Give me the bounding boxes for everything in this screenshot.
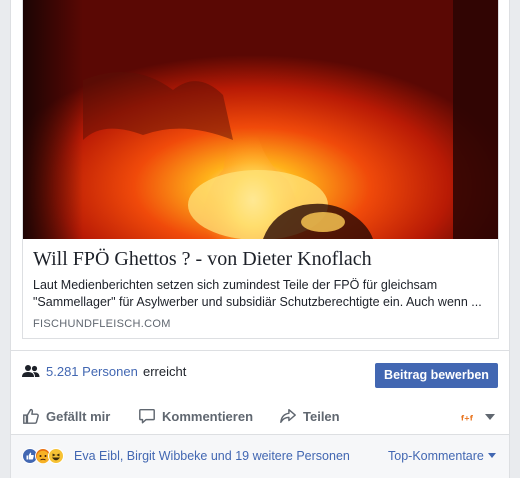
- fire-photo: [23, 0, 498, 239]
- people-icon: [22, 365, 40, 377]
- share-button[interactable]: Teilen: [279, 406, 340, 426]
- comment-sort-label: Top-Kommentare: [388, 449, 484, 463]
- reaction-as-selector[interactable]: f+f: [459, 407, 495, 427]
- link-description: Laut Medienberichten setzen sich zuminde…: [33, 278, 482, 309]
- like-label: Gefällt mir: [46, 408, 111, 424]
- post-card: Will FPÖ Ghettos ? - von Dieter Knoflach…: [10, 0, 510, 478]
- link-preview[interactable]: Will FPÖ Ghettos ? - von Dieter Knoflach…: [22, 0, 499, 339]
- svg-text:f+f: f+f: [461, 415, 474, 423]
- share-label: Teilen: [303, 408, 340, 424]
- caret-down-icon: [487, 453, 496, 458]
- link-domain: FISCHUNDFLEISCH.COM: [33, 318, 171, 330]
- comment-button[interactable]: Kommentieren: [138, 406, 253, 426]
- link-title[interactable]: Will FPÖ Ghettos ? - von Dieter Knoflach: [33, 248, 372, 271]
- post-actions: Gefällt mir Kommentieren Teilen f+f: [11, 398, 509, 434]
- share-arrow-icon: [280, 408, 296, 424]
- comment-label: Kommentieren: [162, 408, 254, 424]
- reaction-names-link[interactable]: Eva Eibl, Birgit Wibbeke und 19 weitere …: [74, 449, 350, 463]
- thumbs-up-icon: [23, 408, 39, 424]
- reactions-summary: Eva Eibl, Birgit Wibbeke und 19 weitere …: [11, 434, 509, 478]
- like-button[interactable]: Gefällt mir: [22, 406, 110, 426]
- reaction-icons[interactable]: [22, 448, 72, 464]
- speech-bubble-icon: [139, 408, 155, 424]
- chevron-down-icon: [485, 414, 495, 420]
- comment-sort-dropdown[interactable]: Top-Kommentare: [388, 449, 496, 463]
- reach-count-link[interactable]: 5.281 Personen: [46, 364, 138, 379]
- boost-post-button[interactable]: Beitrag bewerben: [375, 363, 498, 388]
- reach-row: 5.281 Personen erreicht Beitrag bewerben: [11, 350, 509, 398]
- reach-suffix: erreicht: [143, 364, 187, 379]
- haha-reaction-icon: [48, 448, 64, 464]
- page-avatar-icon: f+f: [459, 409, 475, 425]
